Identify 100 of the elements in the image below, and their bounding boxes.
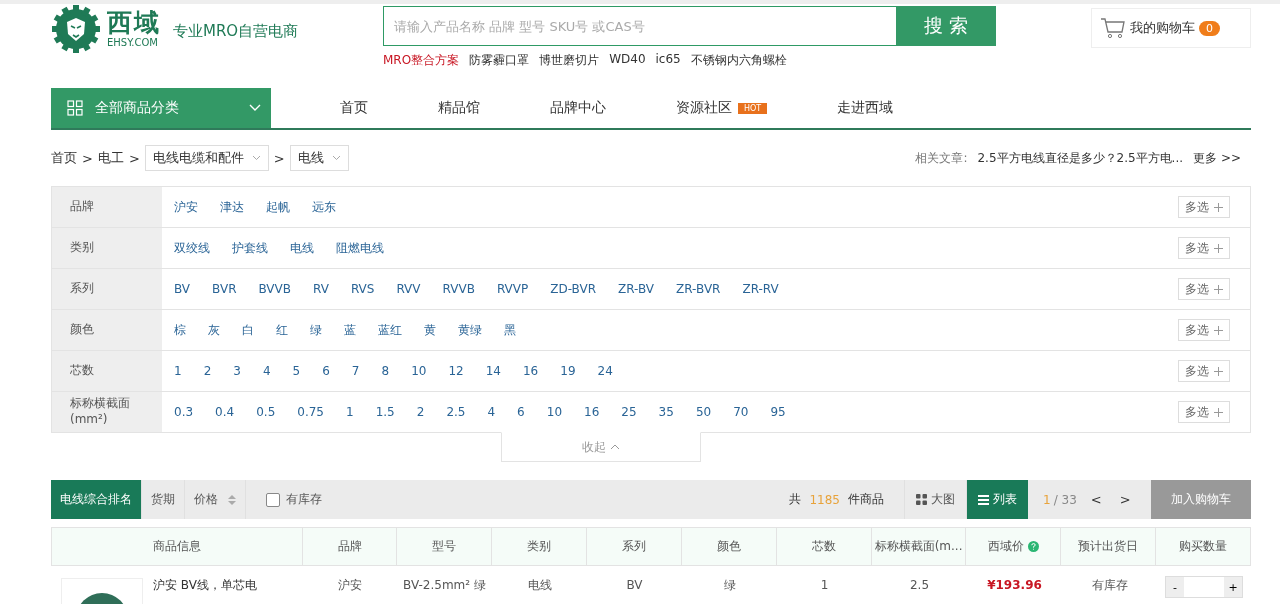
grid-icon	[67, 100, 83, 116]
breadcrumb-link[interactable]: 首页	[51, 149, 77, 167]
filter-option[interactable]: BVVB	[258, 282, 291, 296]
filter-option[interactable]: 0.5	[256, 405, 276, 419]
hot-keyword-link[interactable]: 防雾霾口罩	[469, 52, 530, 69]
filter-option[interactable]: 起帆	[266, 198, 290, 216]
filter-option[interactable]: 50	[695, 405, 712, 419]
filter-option[interactable]: 2	[203, 364, 212, 378]
filter-option[interactable]: 7	[351, 364, 360, 378]
previous-page-button[interactable]: <	[1086, 492, 1106, 507]
multi-select-button[interactable]: 多选	[1178, 278, 1230, 300]
nav-link[interactable]: 品牌中心	[550, 99, 606, 117]
filter-option[interactable]: RVS	[350, 282, 375, 296]
filter-option[interactable]: 远东	[312, 198, 336, 216]
filter-option[interactable]: ZR-BVR	[676, 282, 721, 296]
filter-option[interactable]: 12	[448, 364, 464, 378]
filter-option[interactable]: 阻燃电线	[336, 239, 384, 257]
multi-select-button[interactable]: 多选	[1178, 237, 1230, 259]
cart-count-badge: 0	[1199, 20, 1220, 36]
filter-option[interactable]: 绿	[310, 321, 322, 339]
filter-option[interactable]: 0.75	[297, 405, 324, 419]
filter-option[interactable]: 黑	[504, 321, 516, 339]
filter-option[interactable]: 3	[233, 364, 241, 378]
nav-link[interactable]: 首页	[340, 99, 368, 117]
breadcrumb-link[interactable]: 电工	[97, 149, 124, 167]
filter-option[interactable]: 黄	[424, 321, 436, 339]
breadcrumb-dropdown[interactable]: 电线	[289, 145, 349, 171]
filter-option[interactable]: 电线	[290, 239, 314, 257]
filter-option[interactable]: 蓝红	[378, 321, 402, 339]
filter-option[interactable]: 19	[560, 364, 576, 378]
filter-option[interactable]: 14	[485, 364, 501, 378]
filter-option[interactable]: 10	[546, 405, 563, 419]
hot-keyword-link[interactable]: 博世磨切片	[539, 52, 600, 69]
filter-option[interactable]: 16	[584, 405, 600, 419]
view-toggle[interactable]: 列表	[966, 480, 1028, 519]
filter-option[interactable]: RVVP	[496, 282, 529, 296]
hot-keyword-link[interactable]: 不锈钢内六角螺栓	[690, 52, 787, 69]
filter-option[interactable]: 4	[262, 364, 271, 378]
filter-option[interactable]: 2.5	[446, 405, 466, 419]
multi-select-button[interactable]: 多选	[1178, 319, 1230, 341]
filter-option[interactable]: 95	[770, 405, 786, 419]
plus-icon	[1214, 202, 1223, 212]
filter-option[interactable]: ZR-BV	[618, 282, 655, 296]
search-field[interactable]: 请输入产品名称 品牌 型号 SKU号 或CAS号	[383, 6, 896, 46]
sort-tab[interactable]: 电线综合排名	[51, 480, 142, 519]
filter-option[interactable]: 24	[597, 364, 613, 378]
filter-option[interactable]: 1	[346, 405, 354, 419]
filter-option[interactable]: 黄绿	[458, 321, 482, 339]
filter-option[interactable]: 护套线	[232, 239, 268, 257]
breadcrumb-dropdown[interactable]: 电线电缆和配件	[144, 145, 269, 171]
filter-option[interactable]: 津达	[220, 198, 244, 216]
nav-link[interactable]: 精品馆	[438, 99, 480, 117]
filter-option[interactable]: 0.4	[215, 405, 235, 419]
nav-link[interactable]: 资源社区	[676, 99, 732, 117]
nav-link[interactable]: 走进西域	[837, 99, 894, 117]
chevron-down-icon	[251, 155, 261, 161]
filter-option[interactable]: RV	[313, 282, 329, 296]
filter-option[interactable]: 70	[733, 405, 749, 419]
hot-keyword-link[interactable]: MRO整合方案	[383, 52, 460, 69]
multi-select-button[interactable]: 多选	[1178, 401, 1230, 423]
multi-select-button[interactable]: 多选	[1178, 196, 1230, 218]
filter-option[interactable]: 1	[174, 364, 182, 378]
filter-option[interactable]: 25	[621, 405, 637, 419]
hot-keyword-link[interactable]: ic65	[655, 52, 681, 69]
filter-option[interactable]: 8	[381, 364, 390, 378]
more-link[interactable]: 更多 >>	[1193, 149, 1241, 167]
product-name-link[interactable]: 沪安 BV线，单芯电	[153, 578, 257, 592]
search-button[interactable]: 搜 索	[896, 6, 996, 46]
next-page-button[interactable]: >	[1115, 492, 1135, 507]
filter-option[interactable]: 0.3	[174, 405, 194, 419]
filter-option[interactable]: 蓝	[344, 321, 356, 339]
filter-option[interactable]: 10	[411, 364, 427, 378]
filter-option[interactable]: 灰	[208, 321, 220, 339]
article-link[interactable]: 2.5平方电线直径是多少？2.5平方电...	[977, 149, 1184, 167]
filter-option[interactable]: RVV	[396, 282, 421, 296]
filter-option[interactable]: 1.5	[375, 405, 395, 419]
filter-option[interactable]: 白	[242, 321, 254, 339]
filter-option[interactable]: ZD-BVR	[550, 282, 596, 296]
filter-option[interactable]: ZR-RV	[742, 282, 779, 296]
filter-option[interactable]: 4	[487, 405, 496, 419]
hot-keyword-link[interactable]: WD40	[609, 52, 646, 69]
filter-option[interactable]: 沪安	[174, 198, 198, 216]
filter-option[interactable]: 双绞线	[174, 239, 210, 257]
filter-option[interactable]: 2	[416, 405, 425, 419]
filter-option[interactable]: 6	[322, 364, 330, 378]
filter-option[interactable]: BVR	[212, 282, 237, 296]
column-header: 购买数量	[1179, 538, 1228, 555]
filter-option[interactable]: 红	[276, 321, 288, 339]
filter-option[interactable]: 棕	[174, 321, 186, 339]
cart-button[interactable]: 我的购物车 0	[1091, 8, 1251, 48]
checkbox[interactable]	[266, 492, 280, 507]
all-categories-button[interactable]: 全部商品分类	[51, 88, 271, 128]
filter-option[interactable]: 35	[658, 405, 674, 419]
filter-option[interactable]: RVVB	[442, 282, 475, 296]
multi-select-button[interactable]: 多选	[1178, 360, 1230, 382]
filter-option[interactable]: BV	[174, 282, 191, 296]
filter-option[interactable]: 6	[517, 405, 525, 419]
logo-text[interactable]: 西域	[107, 10, 161, 35]
filter-option[interactable]: 5	[292, 364, 301, 378]
filter-option[interactable]: 16	[522, 364, 539, 378]
